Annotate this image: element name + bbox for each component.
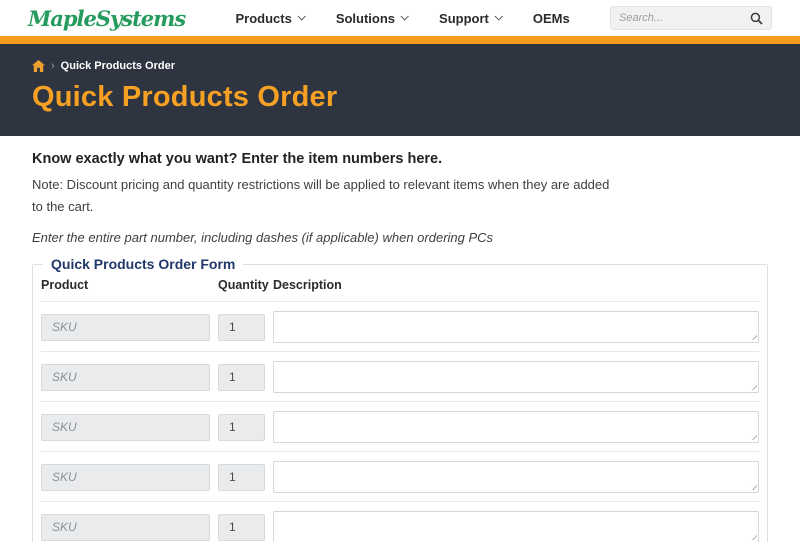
chevron-down-icon	[494, 11, 503, 21]
product-row	[41, 302, 759, 353]
column-header-description: Description	[273, 278, 342, 293]
form-legend: Quick Products Order Form	[51, 256, 236, 273]
nav-support[interactable]: Support	[439, 10, 503, 26]
nav-support-label: Support	[439, 10, 489, 26]
column-headers: Product Quantity Description	[41, 272, 759, 303]
intro-note: Note: Discount pricing and quantity rest…	[32, 177, 610, 215]
column-header-product: Product	[41, 278, 89, 293]
intro-heading: Know exactly what you want? Enter the it…	[32, 151, 443, 167]
description-cell	[273, 411, 759, 444]
quantity-input[interactable]	[218, 513, 265, 541]
magnifier-icon[interactable]	[750, 12, 763, 25]
product-row	[41, 502, 759, 542]
home-icon[interactable]	[32, 60, 45, 72]
description-textarea[interactable]	[273, 461, 759, 494]
nav-solutions-label: Solutions	[335, 10, 396, 26]
nav-oems[interactable]: OEMs	[533, 11, 570, 26]
sku-input[interactable]	[41, 363, 210, 391]
nav-solutions[interactable]: Solutions	[335, 10, 409, 26]
sku-input[interactable]	[41, 413, 210, 441]
quantity-input[interactable]	[218, 463, 265, 491]
chevron-down-icon	[400, 11, 409, 21]
sku-input[interactable]	[41, 513, 210, 541]
top-header: MapleSystems Products Solutions Support …	[0, 0, 800, 36]
intro-tip: Enter the entire part number, including …	[32, 230, 494, 246]
search-input[interactable]	[619, 12, 750, 24]
product-rows	[41, 302, 759, 542]
breadcrumb-separator: ›	[51, 60, 55, 72]
quantity-input[interactable]	[218, 363, 265, 391]
search-box	[610, 6, 772, 30]
maple-systems-logo[interactable]: MapleSystems	[28, 6, 186, 31]
product-row	[41, 452, 759, 503]
description-cell	[273, 311, 759, 344]
column-header-quantity: Quantity	[218, 278, 269, 293]
chevron-down-icon	[297, 11, 306, 21]
page-title: Quick Products Order	[32, 81, 338, 113]
breadcrumb: › Quick Products Order	[32, 60, 768, 72]
nav-products-label: Products	[235, 10, 292, 26]
nav-oems-label: OEMs	[532, 10, 570, 26]
breadcrumb-current: Quick Products Order	[60, 60, 175, 72]
description-cell	[273, 361, 759, 394]
quantity-input[interactable]	[218, 313, 265, 341]
nav-products[interactable]: Products	[235, 10, 306, 26]
description-textarea[interactable]	[273, 311, 759, 344]
hero-section: › Quick Products Order Quick Products Or…	[0, 44, 800, 136]
description-textarea[interactable]	[273, 361, 759, 394]
intro-section: Know exactly what you want? Enter the it…	[0, 136, 800, 245]
product-row	[41, 402, 759, 453]
description-textarea[interactable]	[273, 411, 759, 444]
description-cell	[273, 511, 759, 542]
quantity-input[interactable]	[218, 413, 265, 441]
sku-input[interactable]	[41, 313, 210, 341]
description-cell	[273, 461, 759, 494]
orange-accent-bar	[0, 36, 800, 44]
main-nav: Products Solutions Support OEMs	[225, 11, 569, 26]
sku-input[interactable]	[41, 463, 210, 491]
description-textarea[interactable]	[273, 511, 759, 542]
quick-order-form: Quick Products Order Form Product Quanti…	[32, 256, 768, 542]
product-row	[41, 352, 759, 403]
